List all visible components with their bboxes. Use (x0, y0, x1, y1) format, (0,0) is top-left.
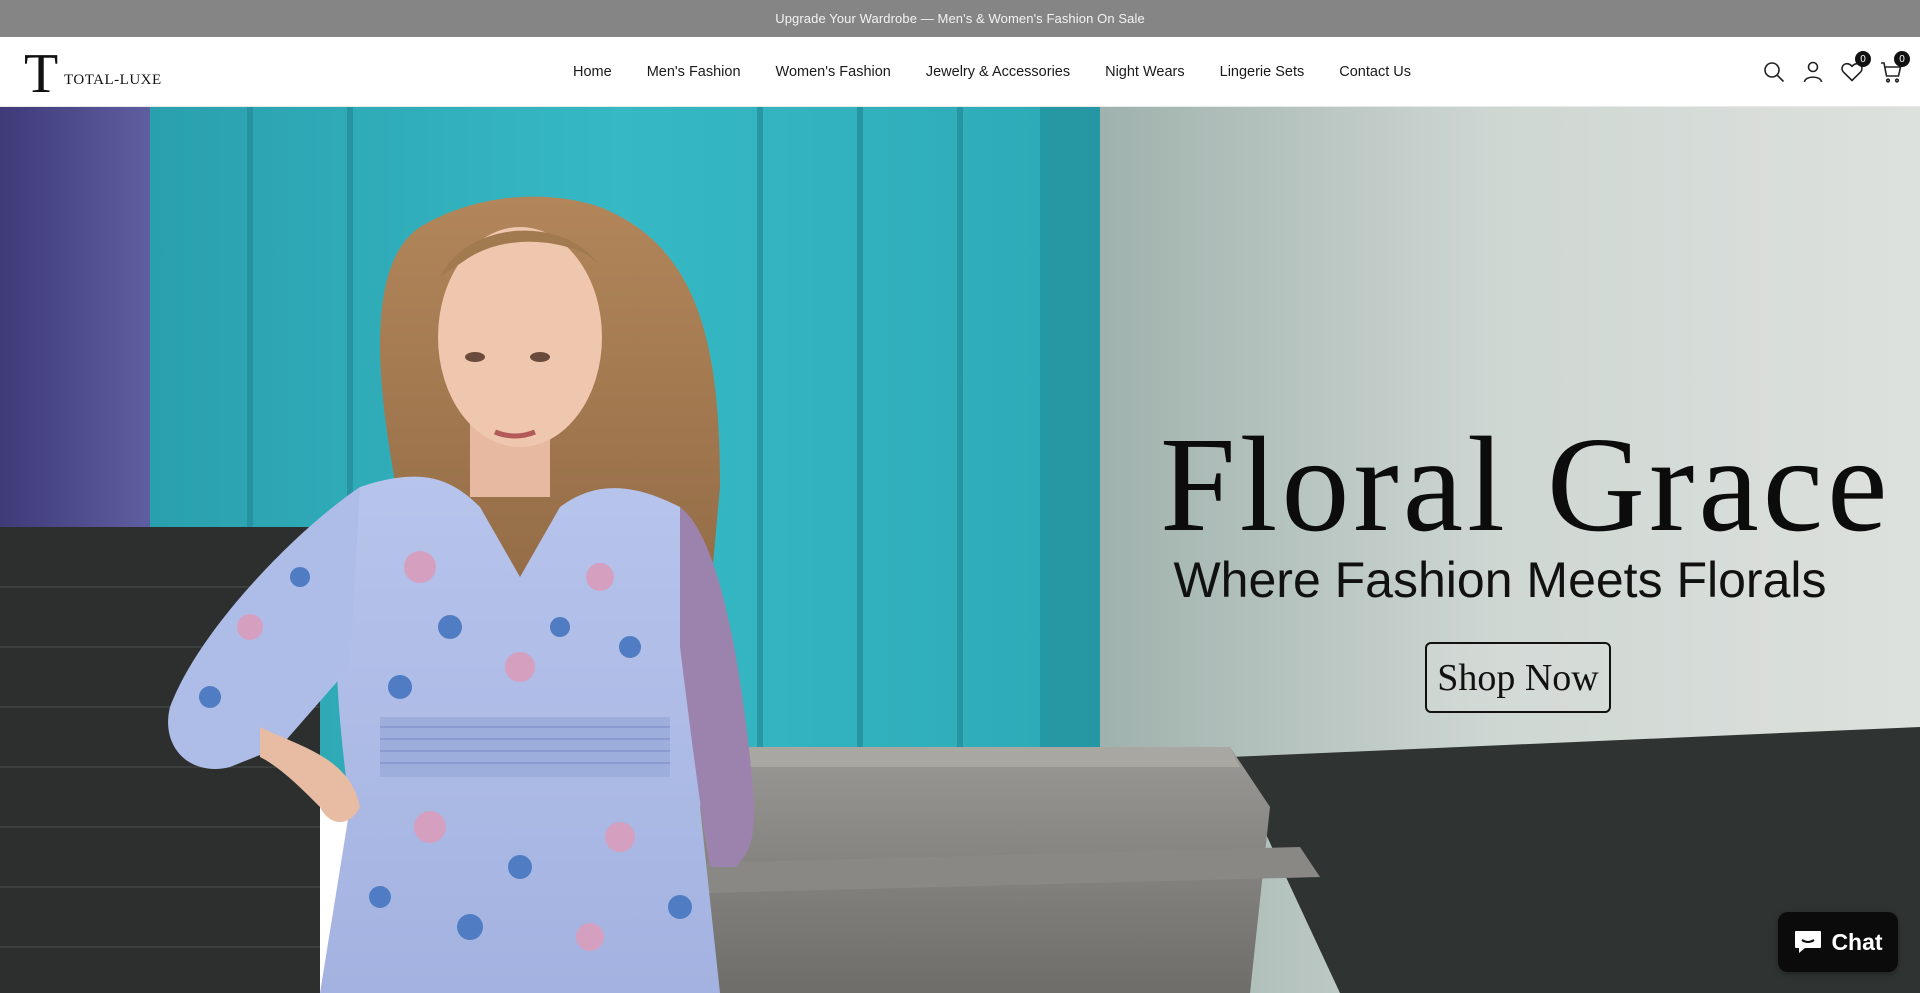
chat-button[interactable]: Chat (1778, 912, 1898, 972)
shop-now-button[interactable]: Shop Now (1425, 642, 1611, 713)
nav-contact-us[interactable]: Contact Us (1339, 64, 1411, 80)
chat-label: Chat (1831, 928, 1883, 955)
hero-banner: Floral Grace Where Fashion Meets Florals… (0, 107, 1920, 993)
user-icon (1803, 61, 1823, 83)
nav-mens-fashion[interactable]: Men's Fashion (647, 64, 741, 80)
chat-bubble-icon (1795, 931, 1822, 953)
search-button[interactable] (1761, 59, 1787, 85)
nav-lingerie-sets[interactable]: Lingerie Sets (1220, 64, 1305, 80)
logo-text: TOTAL-LUXE (64, 72, 162, 88)
main-nav: Home Men's Fashion Women's Fashion Jewel… (573, 37, 1411, 107)
site-logo[interactable]: T TOTAL-LUXE (24, 45, 164, 99)
cart-button[interactable]: 0 (1878, 51, 1910, 85)
nav-night-wears[interactable]: Night Wears (1105, 64, 1185, 80)
logo-initial: T (24, 45, 58, 99)
wishlist-button[interactable]: 0 (1839, 51, 1871, 85)
nav-jewelry-accessories[interactable]: Jewelry & Accessories (926, 64, 1070, 80)
hero-title: Floral Grace (1160, 410, 1892, 560)
nav-womens-fashion[interactable]: Women's Fashion (776, 64, 891, 80)
hero-subtitle: Where Fashion Meets Florals (1173, 552, 1827, 608)
account-button[interactable] (1800, 59, 1826, 85)
header-icons: 0 0 (1748, 37, 1910, 107)
announcement-bar: Upgrade Your Wardrobe — Men's & Women's … (0, 0, 1920, 37)
wishlist-count-badge: 0 (1855, 51, 1871, 67)
search-icon (1764, 62, 1785, 83)
nav-home[interactable]: Home (573, 64, 612, 80)
site-header: T TOTAL-LUXE Home Men's Fashion Women's … (0, 37, 1920, 107)
announcement-text: Upgrade Your Wardrobe — Men's & Women's … (775, 11, 1145, 26)
cart-count-badge: 0 (1894, 51, 1910, 67)
